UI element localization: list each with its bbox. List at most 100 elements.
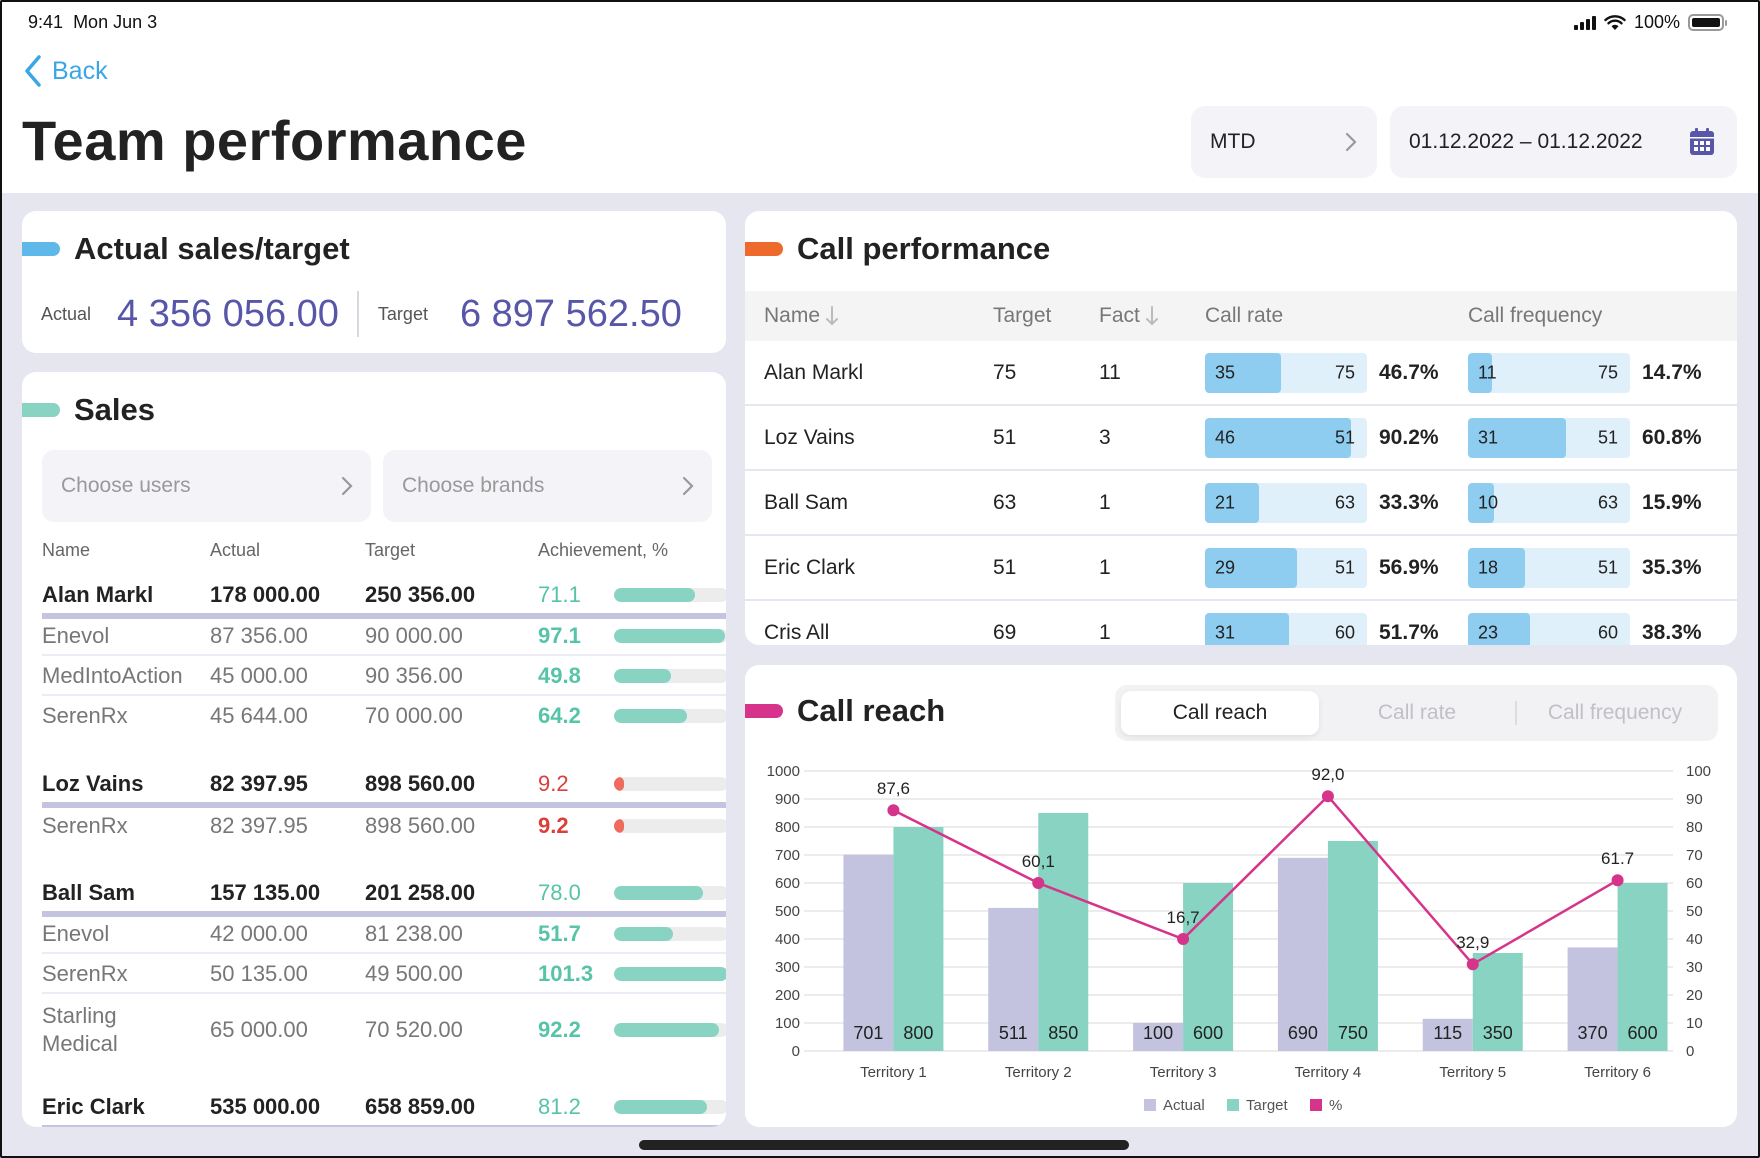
choose-brands-select[interactable]: Choose brands: [383, 450, 712, 522]
percent-point: [1032, 877, 1045, 889]
date-range-picker[interactable]: 01.12.2022 – 01.12.2022: [1390, 106, 1737, 178]
achievement-bar-fill: [614, 819, 625, 833]
x-tick-label: Territory 5: [1439, 1064, 1506, 1081]
sales-card: Sales Choose users Choose brands Name Ac…: [22, 372, 726, 1127]
call-frequency-bar: 23 60: [1468, 612, 1630, 645]
section-accent: [745, 242, 783, 256]
call-table-row[interactable]: Cris All 69 1 31 60 51.7% 23 60 38.3%: [745, 601, 1737, 645]
row-target: 658 859.00: [365, 1094, 476, 1119]
page-title: Team performance: [22, 109, 527, 172]
chevron-right-icon: [341, 476, 353, 496]
legend-swatch: [1144, 1099, 1156, 1111]
row-name: Starling Medical: [42, 1003, 118, 1056]
call-table-row[interactable]: Ball Sam 63 1 21 63 33.3% 10 63 15.9%: [745, 471, 1737, 536]
legend-label: %: [1329, 1097, 1342, 1114]
choose-users-select[interactable]: Choose users: [42, 450, 371, 522]
percent-label: 60,1: [1022, 852, 1055, 871]
call-frequency-bar: 11 75: [1468, 352, 1630, 393]
row-name: SerenRx: [42, 813, 128, 838]
y-right-tick-label: 80: [1686, 819, 1703, 836]
bar-actual-label: 370: [1578, 1023, 1608, 1043]
wifi-icon: [1604, 14, 1626, 30]
y-left-tick-label: 900: [775, 791, 800, 808]
battery-percent: 100%: [1633, 12, 1680, 32]
call-frequency-value: 18: [1478, 557, 1499, 577]
sales-brand-row[interactable]: Enevol 87 356.00 90 000.00 97.1: [42, 616, 726, 656]
row-actual: 50 135.00: [210, 961, 308, 986]
achievement-bar-fill: [614, 629, 725, 643]
sales-title: Sales: [22, 392, 155, 428]
achievement-bar-fill: [614, 709, 688, 723]
achievement-bar-fill: [614, 588, 696, 602]
call-rate-max: 60: [1334, 622, 1355, 642]
call-rate-bar: 46 51: [1205, 417, 1367, 458]
row-achievement: 51.7: [538, 921, 581, 946]
sales-brand-row[interactable]: Starling Medical 65 000.00 70 520.00 92.2: [42, 994, 726, 1066]
col-fact-sortable[interactable]: Fact: [1099, 304, 1158, 328]
row-achievement: 78.0: [538, 880, 581, 905]
actual-sales-title-text: Actual sales/target: [74, 231, 350, 266]
sales-user-row[interactable]: Loz Vains 82 397.95 898 560.00 9.2: [42, 766, 726, 808]
y-left-tick-label: 400: [775, 931, 800, 948]
back-button[interactable]: Back: [22, 54, 108, 88]
call-rate-max: 75: [1334, 362, 1355, 382]
row-actual: 42 000.00: [210, 921, 308, 946]
call-frequency-max: 63: [1597, 492, 1618, 512]
sales-brand-row[interactable]: SerenRx 82 397.95 898 560.00 9.2: [42, 805, 726, 847]
y-right-tick-label: 70: [1686, 847, 1703, 864]
bar-target: [1038, 813, 1089, 1051]
call-frequency-bar: 31 51: [1468, 417, 1630, 458]
bar-actual-label: 690: [1288, 1023, 1318, 1043]
section-accent: [22, 242, 60, 256]
call-rate-value: 31: [1215, 622, 1236, 642]
row-name: Ball Sam: [42, 880, 135, 905]
sales-brand-row[interactable]: MedIntoAction 45 000.00 90 356.00 49.8: [42, 656, 726, 696]
section-accent: [22, 403, 60, 417]
col-target: Target: [993, 304, 1051, 328]
achievement-bar: [614, 927, 726, 941]
sales-brand-row[interactable]: Enevol 42 000.00 81 238.00 51.7: [42, 914, 726, 954]
kpi-row: Actual 4 356 056.00 Target 6 897 562.50: [22, 291, 726, 337]
chevron-left-icon: [25, 55, 41, 87]
sales-user-row[interactable]: Alan Markl 178 000.00 250 356.00 71.1: [42, 577, 726, 619]
sort-arrow-down-icon: [826, 306, 839, 326]
y-left-tick-label: 200: [775, 987, 800, 1004]
row-target: 250 356.00: [365, 582, 476, 607]
row-actual: 82 397.95: [210, 813, 308, 838]
percent-label: 32,9: [1456, 933, 1489, 952]
call-frequency-max: 51: [1597, 427, 1618, 447]
actual-label: Actual: [41, 303, 92, 324]
sales-title-text: Sales: [74, 392, 156, 427]
achievement-bar: [614, 1023, 726, 1037]
bar-target-label: 750: [1338, 1023, 1368, 1043]
calendar-icon: [1690, 128, 1714, 155]
col-call-frequency: Call frequency: [1468, 304, 1602, 328]
call-table-row[interactable]: Loz Vains 51 3 46 51 90.2% 31 51 60.8%: [745, 406, 1737, 471]
col-fact: Fact: [1099, 304, 1140, 327]
period-selector[interactable]: MTD: [1191, 106, 1377, 178]
home-indicator: [639, 1140, 1129, 1150]
status-bar-right: 100%: [1573, 12, 1727, 33]
x-tick-label: Territory 6: [1584, 1064, 1651, 1081]
sales-brand-row[interactable]: SerenRx 45 644.00 70 000.00 64.2: [42, 696, 726, 736]
battery-icon: [1688, 14, 1727, 31]
call-performance-title: Call performance: [745, 231, 1050, 267]
call-table-row[interactable]: Alan Markl 75 11 35 75 46.7% 11 75 14.7%: [745, 341, 1737, 406]
sales-user-row[interactable]: Eric Clark 535 000.00 658 859.00 81.2: [42, 1089, 726, 1127]
achievement-bar: [614, 588, 726, 602]
actual-value: 4 356 056.00: [117, 292, 339, 335]
actual-sales-card: Actual sales/target Actual 4 356 056.00 …: [22, 211, 726, 353]
call-frequency-percent: 15.9%: [1642, 490, 1702, 514]
col-name: Name: [42, 540, 91, 560]
row-fact: 1: [1099, 490, 1111, 514]
bar-actual-label: 100: [1143, 1023, 1173, 1043]
call-rate-percent: 33.3%: [1379, 490, 1439, 514]
call-table-row[interactable]: Eric Clark 51 1 29 51 56.9% 18 51 35.3%: [745, 536, 1737, 601]
sales-user-row[interactable]: Ball Sam 157 135.00 201 258.00 78.0: [42, 875, 726, 917]
x-tick-label: Territory 2: [1005, 1064, 1072, 1081]
y-left-tick-label: 1000: [767, 763, 800, 780]
col-name-sortable[interactable]: Name: [764, 304, 839, 328]
sales-brand-row[interactable]: SerenRx 50 135.00 49 500.00 101.3: [42, 954, 726, 994]
legend-swatch: [1310, 1099, 1322, 1111]
y-right-tick-label: 100: [1686, 763, 1711, 780]
